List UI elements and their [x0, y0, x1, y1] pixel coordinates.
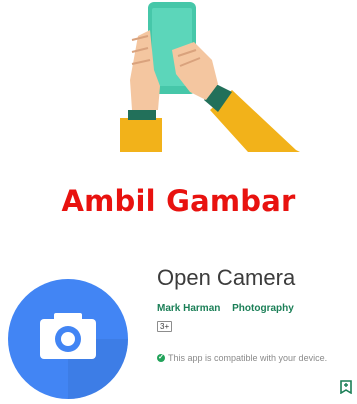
app-listing-card[interactable]: Open Camera Mark Harman Photography 3+ ✓…	[0, 255, 357, 404]
bookmark-icon[interactable]	[340, 380, 352, 394]
app-meta: Mark Harman Photography	[157, 303, 294, 314]
check-circle-icon: ✓	[157, 354, 165, 362]
hand-holding-phone-icon	[120, 2, 300, 152]
developer-link[interactable]: Mark Harman	[157, 303, 220, 314]
camera-app-icon[interactable]	[4, 275, 132, 403]
compatibility-text: This app is compatible with your device.	[168, 353, 328, 363]
app-title: Open Camera	[157, 265, 296, 290]
category-link[interactable]: Photography	[232, 303, 294, 314]
content-rating-badge: 3+	[157, 321, 173, 332]
compatibility-notice: ✓ This app is compatible with your devic…	[157, 353, 327, 363]
page-heading: Ambil Gambar	[61, 184, 296, 218]
